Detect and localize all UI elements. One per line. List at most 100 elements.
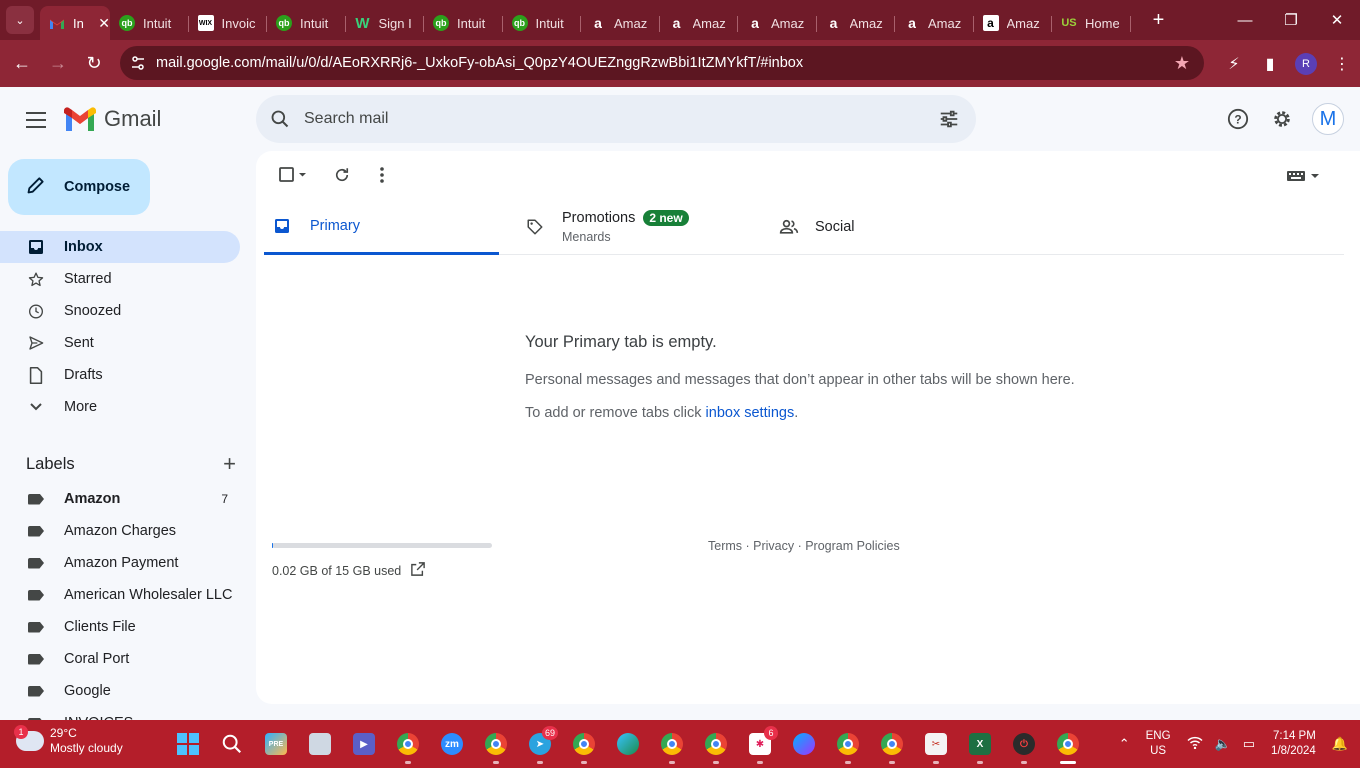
task-view-icon[interactable] [304, 728, 336, 760]
sidebar-item-sent[interactable]: Sent [0, 327, 240, 359]
chrome-menu-icon[interactable]: ⋮ [1324, 54, 1360, 74]
browser-tab[interactable]: a Amaz [895, 6, 974, 40]
minimize-button[interactable]: — [1222, 0, 1268, 40]
close-tab-icon[interactable]: ✕ [98, 15, 110, 32]
label-item[interactable]: INVOICES [0, 707, 240, 720]
telegram-icon[interactable]: ➤ 69 [524, 726, 558, 764]
wifi-icon[interactable] [1187, 736, 1203, 752]
language-indicator[interactable]: ENG US [1146, 729, 1171, 759]
search-input[interactable] [304, 110, 904, 128]
browser-tab[interactable]: qb Intuit [424, 6, 503, 40]
label-item[interactable]: American Wholesaler LLC [0, 579, 240, 611]
search-options-icon[interactable] [938, 108, 960, 135]
sidebar-item-inbox[interactable]: Inbox [0, 231, 240, 263]
chrome-icon[interactable] [876, 728, 908, 764]
address-bar[interactable]: mail.google.com/mail/u/0/d/AEoRXRRj6-_Ux… [120, 46, 1204, 80]
restore-button[interactable]: ❐ [1268, 0, 1314, 40]
input-tools-icon[interactable] [1286, 169, 1320, 183]
add-label-icon[interactable]: + [223, 451, 236, 477]
gmail-logo[interactable]: Gmail [64, 106, 161, 132]
browser-tab[interactable]: qb Intuit [503, 6, 582, 40]
browser-tab[interactable]: qb Intuit [267, 6, 346, 40]
profile-avatar[interactable]: R [1295, 52, 1317, 75]
notifications-icon[interactable]: 🔔 [1332, 736, 1348, 752]
taskbar-search-icon[interactable] [216, 728, 248, 760]
meet-icon[interactable]: ▶ [348, 728, 380, 760]
browser-tab[interactable]: WIX Invoic [189, 6, 268, 40]
chrome-icon[interactable] [392, 728, 424, 764]
sidebar-item-snoozed[interactable]: Snoozed [0, 295, 240, 327]
excel-icon[interactable]: X [964, 728, 996, 764]
label-item[interactable]: Google [0, 675, 240, 707]
account-avatar[interactable]: M [1312, 103, 1344, 135]
bookmark-star-icon[interactable]: ★ [1174, 53, 1190, 74]
browser-tab[interactable]: a Amaz [581, 6, 660, 40]
select-checkbox[interactable] [272, 163, 312, 187]
volume-icon[interactable]: 🔈 [1215, 736, 1231, 752]
snipping-tool-icon[interactable]: ✂ [920, 728, 952, 764]
refresh-icon[interactable] [322, 163, 362, 187]
tab-primary[interactable]: Primary [264, 199, 499, 255]
browser-tab[interactable]: a Amaz [817, 6, 896, 40]
browser-tab[interactable]: a Amaz [660, 6, 739, 40]
browser-tab[interactable]: a Amaz [738, 6, 817, 40]
tab-social[interactable]: Social [779, 199, 855, 255]
browser-tab[interactable]: In ✕ [40, 6, 110, 40]
main-menu-icon[interactable] [24, 107, 48, 131]
amazon-favicon-icon: a [594, 15, 602, 31]
browser-tab[interactable]: W Sign I [346, 6, 425, 40]
browser-tab-strip: ⌄ In ✕ qb Intuit WIX Invoic qb Intuit W Sign Iqb I… [0, 0, 1360, 40]
footer-links[interactable]: Terms · Privacy · Program Policies [708, 539, 900, 553]
forward-button[interactable]: → [40, 46, 76, 82]
label-item[interactable]: Clients File [0, 611, 240, 643]
power-app-icon[interactable]: ⏻ [1008, 728, 1040, 764]
label-tag-icon [28, 685, 44, 697]
close-window-button[interactable]: ✕ [1314, 0, 1360, 40]
settings-gear-icon[interactable] [1262, 99, 1302, 139]
label-item[interactable]: Amazon Payment [0, 547, 240, 579]
back-button[interactable]: ← [4, 46, 40, 82]
sidebar-item-drafts[interactable]: Drafts [0, 359, 240, 391]
show-hidden-icons-icon[interactable]: ⌃ [1119, 736, 1130, 752]
clock[interactable]: 7:14 PM 1/8/2024 [1271, 729, 1316, 759]
amazon-favicon-icon: a [751, 15, 759, 31]
chrome-icon[interactable] [700, 728, 732, 764]
help-icon[interactable]: ? [1218, 99, 1258, 139]
messenger-icon[interactable] [788, 728, 820, 760]
browser-tab[interactable]: a Amaz [974, 6, 1053, 40]
chrome-icon[interactable] [568, 728, 600, 764]
sidebar-item-starred[interactable]: Starred [0, 263, 240, 295]
reload-button[interactable]: ↻ [76, 46, 112, 82]
slack-icon[interactable]: ✱ 6 [744, 726, 778, 764]
browser-tab[interactable]: US Home [1052, 6, 1131, 40]
sidebar-item-more[interactable]: More [0, 391, 240, 423]
site-info-icon[interactable] [120, 55, 156, 71]
chrome-icon[interactable] [656, 728, 688, 764]
browser-tab-title: Amaz [614, 15, 648, 31]
copilot-icon[interactable]: PRE [260, 728, 292, 760]
new-tab-button[interactable]: + [1147, 9, 1171, 32]
more-vert-icon[interactable] [362, 163, 402, 187]
side-panel-icon[interactable]: ▮ [1252, 54, 1288, 74]
extension-icon[interactable]: ⚡ [1216, 54, 1252, 74]
tab-search-button[interactable]: ⌄ [6, 6, 34, 34]
tab-promotions[interactable]: Promotions 2 new Menards [526, 199, 689, 255]
chrome-icon[interactable] [480, 728, 512, 764]
start-button[interactable] [172, 728, 204, 760]
chrome-icon[interactable] [832, 728, 864, 764]
inbox-settings-link[interactable]: inbox settings [706, 405, 795, 421]
chrome-icon[interactable] [1052, 728, 1084, 764]
new-count-badge: 2 new [643, 210, 689, 226]
search-icon[interactable] [256, 109, 304, 129]
label-item[interactable]: Amazon 7 [0, 483, 240, 515]
weather-widget[interactable]: 1 29°C Mostly cloudy [14, 725, 123, 756]
open-external-icon[interactable] [411, 562, 426, 579]
battery-icon[interactable]: ▭ [1243, 736, 1255, 752]
edge-icon[interactable] [612, 728, 644, 760]
label-item[interactable]: Amazon Charges [0, 515, 240, 547]
temperature: 29°C [50, 726, 77, 740]
compose-button[interactable]: Compose [8, 159, 150, 215]
browser-tab[interactable]: qb Intuit [110, 6, 189, 40]
zoom-icon[interactable]: zm [436, 728, 468, 760]
label-item[interactable]: Coral Port [0, 643, 240, 675]
